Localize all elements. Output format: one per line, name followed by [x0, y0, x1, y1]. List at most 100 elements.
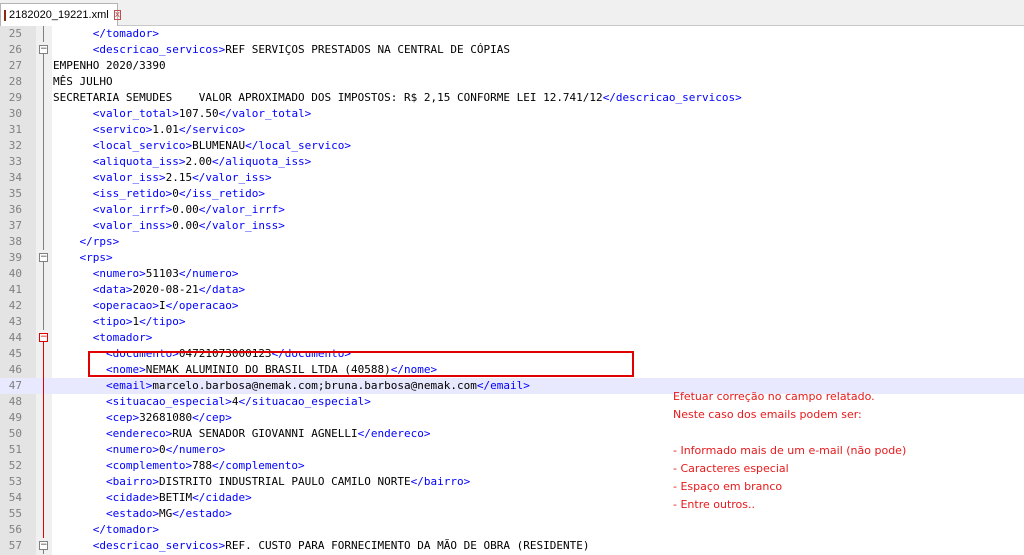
code-text: <estado>MG</estado>: [53, 506, 232, 522]
code-line[interactable]: 38 </rps>: [0, 234, 1024, 250]
code-line[interactable]: 53 <bairro>DISTRITO INDUSTRIAL PAULO CAM…: [0, 474, 1024, 490]
xml-tag: <local_servico>: [92, 139, 193, 152]
xml-tag: </aliquota_iss>: [211, 155, 312, 168]
fold-toggle-icon[interactable]: −: [39, 333, 48, 342]
xml-value: DISTRITO INDUSTRIAL PAULO CAMILO NORTE: [158, 475, 411, 488]
line-number: 46: [8, 363, 22, 376]
code-line[interactable]: 49 <cep>32681080</cep>: [0, 410, 1024, 426]
xml-tag: <numero>: [105, 443, 159, 456]
code-line[interactable]: 37 <valor_inss>0.00</valor_inss>: [0, 218, 1024, 234]
code-editor[interactable]: 25 </tomador> 26− <descricao_servicos>REF…: [0, 26, 1024, 555]
line-number: 32: [8, 139, 22, 152]
xml-tag: <valor_irrf>: [92, 203, 173, 216]
annotation-line: - Entre outros..: [673, 498, 755, 511]
xml-tag: <numero>: [92, 267, 146, 280]
code-line[interactable]: 39 − <rps>: [0, 250, 1024, 266]
code-line[interactable]: 41 <data>2020-08-21</data>: [0, 282, 1024, 298]
fold-toggle-icon[interactable]: −: [39, 45, 48, 54]
code-line[interactable]: 28 MÊS JULHO: [0, 74, 1024, 90]
code-line[interactable]: 33 <aliquota_iss>2.00</aliquota_iss>: [0, 154, 1024, 170]
file-tab[interactable]: 2182020_19221.xml x: [0, 3, 122, 26]
line-number: 54: [8, 491, 22, 504]
fold-guide: [43, 442, 44, 458]
line-number: 56: [8, 523, 22, 536]
code-text: </tomador>: [53, 26, 159, 42]
fold-guide: [43, 410, 44, 426]
xml-value: 2.15: [165, 171, 193, 184]
code-text: <cep>32681080</cep>: [53, 410, 232, 426]
fold-guide: [43, 298, 44, 314]
code-line[interactable]: 35 <iss_retido>0</iss_retido>: [0, 186, 1024, 202]
xml-tag: </iss_retido>: [178, 187, 265, 200]
xml-file-icon: [4, 9, 6, 21]
code-line[interactable]: 34 <valor_iss>2.15</valor_iss>: [0, 170, 1024, 186]
code-line[interactable]: 43 <tipo>1</tipo>: [0, 314, 1024, 330]
xml-tag: <iss_retido>: [92, 187, 173, 200]
code-line[interactable]: 52 <complemento>788</complemento>: [0, 458, 1024, 474]
xml-value: marcelo.barbosa@nemak.com;bruna.barbosa@…: [152, 379, 477, 392]
xml-tag: <tomador>: [92, 331, 153, 344]
xml-value: 0: [158, 443, 166, 456]
code-line[interactable]: 44 − <tomador>: [0, 330, 1024, 346]
code-text: <numero>0</numero>: [53, 442, 225, 458]
code-text: <aliquota_iss>2.00</aliquota_iss>: [53, 154, 312, 170]
code-text: <descricao_servicos>REF SERVIÇOS PRESTAD…: [53, 42, 510, 58]
xml-tag: </tomador>: [92, 523, 159, 536]
line-number: 33: [8, 155, 22, 168]
code-line[interactable]: 57 − <descricao_servicos>REF. CUSTO PARA …: [0, 538, 1024, 554]
close-tab-icon[interactable]: x: [113, 10, 122, 20]
code-line[interactable]: 29 SECRETARIA SEMUDES VALOR APROXIMADO DO…: [0, 90, 1024, 106]
code-line[interactable]: 25 </tomador>: [0, 26, 1024, 42]
xml-value: REF SERVIÇOS PRESTADOS NA CENTRAL DE CÓP…: [225, 43, 510, 56]
code-text: <local_servico>BLUMENAU</local_servico>: [53, 138, 351, 154]
xml-tag: </cidade>: [192, 491, 252, 504]
code-line[interactable]: 54 <cidade>BETIM</cidade>: [0, 490, 1024, 506]
fold-toggle-icon[interactable]: −: [39, 253, 48, 262]
xml-tag: </estado>: [172, 507, 232, 520]
code-line[interactable]: 32 <local_servico>BLUMENAU</local_servic…: [0, 138, 1024, 154]
email-highlight-box: [88, 351, 634, 377]
xml-tag: </valor_total>: [218, 107, 312, 120]
fold-guide: [43, 282, 44, 298]
code-line[interactable]: 26 − <descricao_servicos>REF SERVIÇOS PRE…: [0, 42, 1024, 58]
code-line[interactable]: 36 <valor_irrf>0.00</valor_irrf>: [0, 202, 1024, 218]
xml-tag: </servico>: [178, 123, 246, 136]
code-line[interactable]: 42 <operacao>I</operacao>: [0, 298, 1024, 314]
xml-tag: </numero>: [165, 443, 226, 456]
code-text: <iss_retido>0</iss_retido>: [53, 186, 265, 202]
code-text: <email>marcelo.barbosa@nemak.com;bruna.b…: [53, 378, 530, 394]
xml-tag: <estado>: [105, 507, 159, 520]
code-text: <bairro>DISTRITO INDUSTRIAL PAULO CAMILO…: [53, 474, 470, 490]
xml-tag: <endereco>: [105, 427, 173, 440]
fold-guide: [43, 426, 44, 442]
fold-guide: [43, 26, 44, 42]
code-text: <valor_iss>2.15</valor_iss>: [53, 170, 272, 186]
code-line[interactable]: 50 <endereco>RUA SENADOR GIOVANNI AGNELL…: [0, 426, 1024, 442]
xml-tag: <servico>: [92, 123, 153, 136]
code-line[interactable]: 56 </tomador>: [0, 522, 1024, 538]
xml-tag: </tipo>: [139, 315, 186, 328]
xml-value: 788: [192, 459, 212, 472]
fold-guide: [43, 474, 44, 490]
code-line[interactable]: 55 <estado>MG</estado>: [0, 506, 1024, 522]
xml-value: MÊS JULHO: [53, 75, 113, 88]
line-number: 42: [8, 299, 22, 312]
annotation-line: Neste caso dos emails podem ser:: [673, 408, 862, 421]
code-line[interactable]: 31 <servico>1.01</servico>: [0, 122, 1024, 138]
fold-guide: [43, 362, 44, 378]
line-number: 47: [8, 379, 22, 392]
code-line[interactable]: 27 EMPENHO 2020/3390: [0, 58, 1024, 74]
fold-toggle-icon[interactable]: −: [39, 541, 48, 550]
tab-bar: 2182020_19221.xml x: [0, 0, 1024, 26]
xml-value: 0.00: [172, 219, 199, 232]
line-number: 55: [8, 507, 22, 520]
xml-tag: </valor_iss>: [192, 171, 272, 184]
line-number: 44: [8, 331, 22, 344]
xml-value: I: [158, 299, 166, 312]
code-text: EMPENHO 2020/3390: [53, 58, 166, 74]
code-line[interactable]: 30 <valor_total>107.50</valor_total>: [0, 106, 1024, 122]
code-text: <valor_inss>0.00</valor_inss>: [53, 218, 285, 234]
code-text: MÊS JULHO: [53, 74, 113, 90]
code-line[interactable]: 40 <numero>51103</numero>: [0, 266, 1024, 282]
line-number: 28: [8, 75, 22, 88]
